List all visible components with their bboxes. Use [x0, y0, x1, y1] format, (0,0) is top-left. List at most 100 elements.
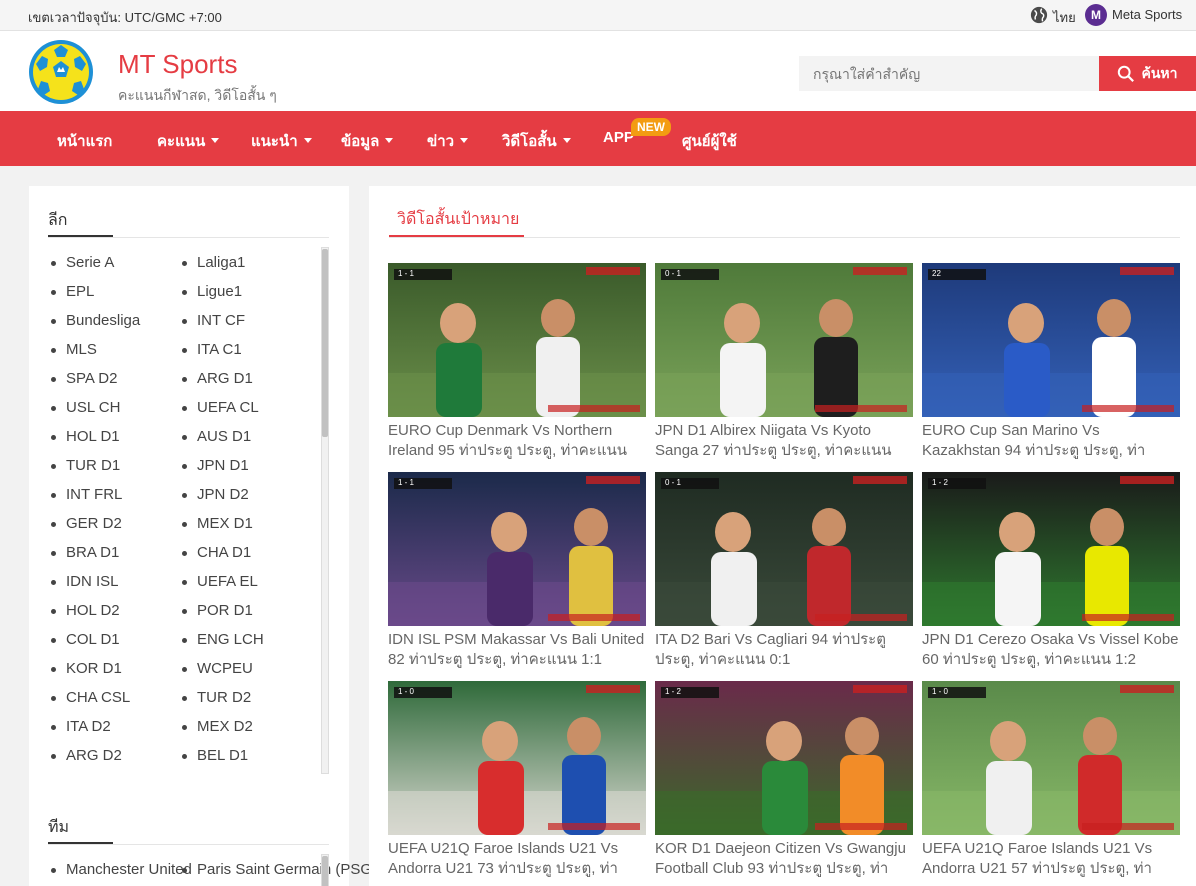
league-item[interactable]: Laliga1 [181, 254, 245, 271]
league-scrollbar-thumb[interactable] [322, 249, 328, 437]
logo-icon[interactable] [28, 39, 94, 105]
league-item[interactable]: UEFA CL [182, 399, 259, 416]
video-card[interactable]: 22 EURO Cup San Marino Vs Kazakhstan 94 ท… [922, 263, 1180, 461]
video-caption[interactable]: EURO Cup San Marino Vs Kazakhstan 94 ท่า… [922, 421, 1180, 461]
league-item[interactable]: INT CF [181, 312, 245, 329]
league-item[interactable]: TUR D2 [181, 689, 251, 706]
nav-data-label: ข้อมูล [341, 133, 380, 150]
video-card[interactable]: 1 - 1 IDN ISL PSM Makassar Vs Bali United… [388, 472, 646, 670]
video-caption[interactable]: ITA D2 Bari Vs Cagliari 94 ท่าประตู ประต… [655, 630, 913, 670]
league-item[interactable]: INT FRL [50, 486, 122, 503]
nav-home[interactable]: หน้าแรก [57, 129, 112, 153]
video-card[interactable]: 0 - 1 JPN D1 Albirex Niigata Vs Kyoto San… [655, 263, 913, 461]
league-item[interactable]: Bundesliga [50, 312, 140, 329]
video-caption[interactable]: JPN D1 Cerezo Osaka Vs Vissel Kobe 60 ท่… [922, 630, 1180, 670]
league-item[interactable]: POR D1 [182, 602, 253, 619]
league-item[interactable]: BEL D1 [181, 747, 248, 764]
search-input[interactable] [799, 56, 1099, 91]
score-overlay: 1 - 0 [932, 687, 949, 696]
nav-user-center[interactable]: ศูนย์ผู้ใช้ [682, 129, 737, 153]
league-item[interactable]: CHA D1 [181, 544, 251, 561]
league-item[interactable]: KOR D1 [51, 660, 122, 677]
video-thumbnail[interactable]: 1 - 1 [388, 472, 646, 626]
league-item[interactable]: BRA D1 [50, 544, 119, 561]
league-item[interactable]: AUS D1 [181, 428, 251, 445]
video-caption[interactable]: KOR D1 Daejeon Citizen Vs Gwangju Footba… [655, 839, 913, 879]
league-item[interactable]: ITA C1 [182, 341, 242, 358]
site-title[interactable]: MT Sports [118, 49, 237, 80]
league-item[interactable]: MEX D2 [182, 718, 253, 735]
video-card[interactable]: 1 - 1 EURO Cup Denmark Vs Northern Irelan… [388, 263, 646, 461]
league-item[interactable]: UEFA EL [182, 573, 258, 590]
league-item[interactable]: HOL D2 [51, 602, 120, 619]
nav-short-videos[interactable]: วิดีโอสั้น [502, 129, 571, 153]
league-item[interactable]: GER D2 [51, 515, 122, 532]
video-card[interactable]: 1 - 2 JPN D1 Cerezo Osaka Vs Vissel Kobe … [922, 472, 1180, 670]
league-item[interactable]: TUR D1 [50, 457, 120, 474]
video-thumbnail[interactable]: 1 - 0 [922, 681, 1180, 835]
league-item[interactable]: ENG LCH [182, 631, 264, 648]
league-item[interactable]: IDN ISL [51, 573, 119, 590]
league-item[interactable]: COL D1 [51, 631, 120, 648]
nav-news[interactable]: ข่าว [427, 129, 469, 153]
league-item[interactable]: MLS [51, 341, 97, 358]
globe-icon[interactable] [1030, 6, 1048, 24]
nav-recommend[interactable]: แนะนำ [251, 129, 312, 153]
video-caption[interactable]: UEFA U21Q Faroe Islands U21 Vs Andorra U… [388, 839, 646, 879]
league-item[interactable]: WCPEU [182, 660, 253, 677]
divider [48, 237, 329, 238]
tab-target-videos[interactable]: วิดีโอสั้นเป้าหมาย [397, 207, 519, 232]
search-button[interactable]: ค้นหา [1099, 56, 1196, 91]
nav-app[interactable]: APP [603, 129, 634, 146]
league-item[interactable]: Serie A [50, 254, 114, 271]
team-item[interactable]: Paris Saint Germain (PSG) [181, 861, 377, 878]
video-caption[interactable]: UEFA U21Q Faroe Islands U21 Vs Andorra U… [922, 839, 1180, 879]
league-item[interactable]: HOL D1 [51, 428, 120, 445]
league-item[interactable]: ARG D1 [182, 370, 253, 387]
league-item[interactable]: Ligue1 [181, 283, 242, 300]
search-icon [1118, 65, 1135, 82]
nav-short-videos-label: วิดีโอสั้น [502, 133, 557, 150]
team-section-title: ทีม [48, 819, 70, 836]
video-card[interactable]: 1 - 2 KOR D1 Daejeon Citizen Vs Gwangju F… [655, 681, 913, 879]
league-item[interactable]: SPA D2 [50, 370, 117, 387]
chevron-down-icon [303, 137, 312, 143]
league-item[interactable]: USL CH [50, 399, 120, 416]
main-nav: หน้าแรก คะแนน แนะนำ ข้อมูล ข่าว วิดีโอสั… [0, 111, 1196, 166]
avatar[interactable]: M [1085, 4, 1107, 26]
league-item[interactable]: CHA CSL [50, 689, 130, 706]
account-name[interactable]: Meta Sports [1112, 7, 1182, 22]
video-card[interactable]: 0 - 1 ITA D2 Bari Vs Cagliari 94 ท่าประตู… [655, 472, 913, 670]
video-caption[interactable]: EURO Cup Denmark Vs Northern Ireland 95 … [388, 421, 646, 461]
league-item[interactable]: EPL [50, 283, 94, 300]
league-item[interactable]: ITA D2 [51, 718, 111, 735]
video-caption[interactable]: JPN D1 Albirex Niigata Vs Kyoto Sanga 27… [655, 421, 913, 461]
nav-app-label: APP [603, 129, 634, 146]
league-item[interactable]: JPN D2 [182, 486, 249, 503]
site-header: MT Sports คะแนนกีฬาสด, วิดีโอสั้น ๆ ค้นห… [0, 31, 1196, 111]
language-selector[interactable]: ไทย [1053, 7, 1076, 28]
league-item[interactable]: JPN D1 [182, 457, 249, 474]
nav-recommend-label: แนะนำ [251, 133, 298, 150]
team-item[interactable]: Manchester United [51, 861, 192, 878]
video-thumbnail[interactable]: 0 - 1 [655, 263, 913, 417]
divider [389, 237, 1180, 238]
score-overlay: 1 - 0 [398, 687, 415, 696]
league-item[interactable]: ARG D2 [51, 747, 122, 764]
video-thumbnail[interactable]: 22 [922, 263, 1180, 417]
video-caption[interactable]: IDN ISL PSM Makassar Vs Bali United 82 ท… [388, 630, 646, 670]
nav-scores[interactable]: คะแนน [157, 129, 220, 153]
nav-scores-label: คะแนน [157, 133, 206, 150]
video-thumbnail[interactable]: 0 - 1 [655, 472, 913, 626]
video-thumbnail[interactable]: 1 - 2 [655, 681, 913, 835]
league-item[interactable]: MEX D1 [182, 515, 253, 532]
new-badge: NEW [631, 118, 671, 136]
video-thumbnail[interactable]: 1 - 0 [388, 681, 646, 835]
video-card[interactable]: 1 - 0 UEFA U21Q Faroe Islands U21 Vs Ando… [388, 681, 646, 879]
video-thumbnail[interactable]: 1 - 1 [388, 263, 646, 417]
sidebar: ลีก Serie A EPL Bundesliga MLS SPA D2 USL CH H… [29, 186, 377, 886]
video-thumbnail[interactable]: 1 - 2 [922, 472, 1180, 626]
nav-data[interactable]: ข้อมูล [341, 129, 394, 153]
team-scrollbar-thumb[interactable] [322, 856, 328, 886]
video-card[interactable]: 1 - 0 UEFA U21Q Faroe Islands U21 Vs Ando… [922, 681, 1180, 879]
